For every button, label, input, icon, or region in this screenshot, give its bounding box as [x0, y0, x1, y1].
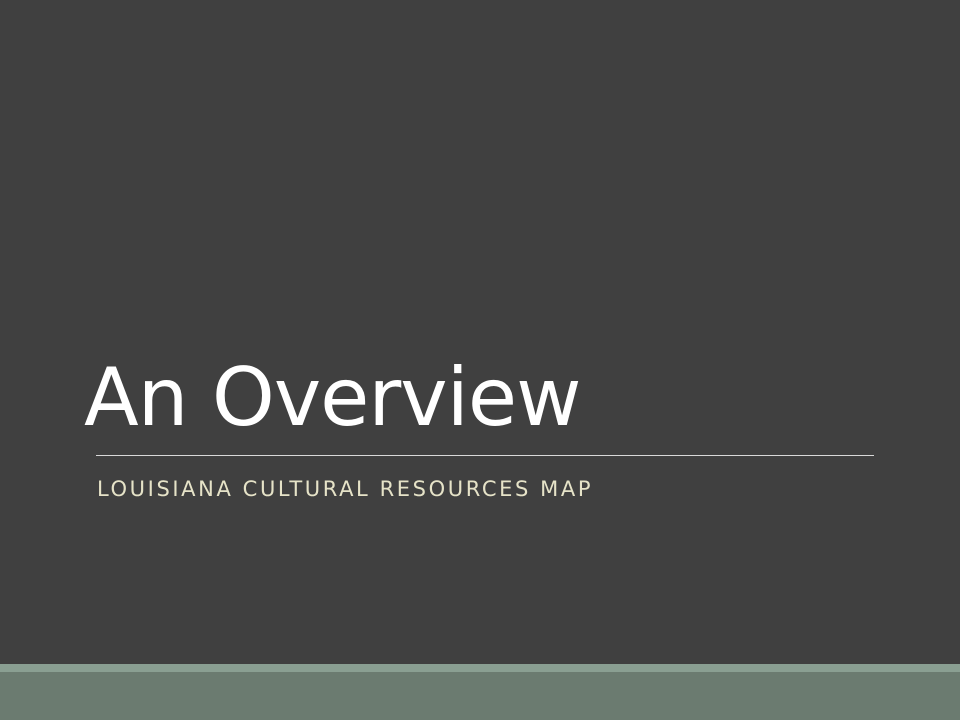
slide-title: An Overview [84, 351, 581, 444]
slide-subtitle: LOUISIANA CULTURAL RESOURCES MAP [97, 477, 594, 501]
title-divider [96, 455, 874, 456]
title-slide: An Overview LOUISIANA CULTURAL RESOURCES… [0, 0, 960, 720]
footer-accent-stripe [0, 664, 960, 672]
footer-band [0, 672, 960, 720]
